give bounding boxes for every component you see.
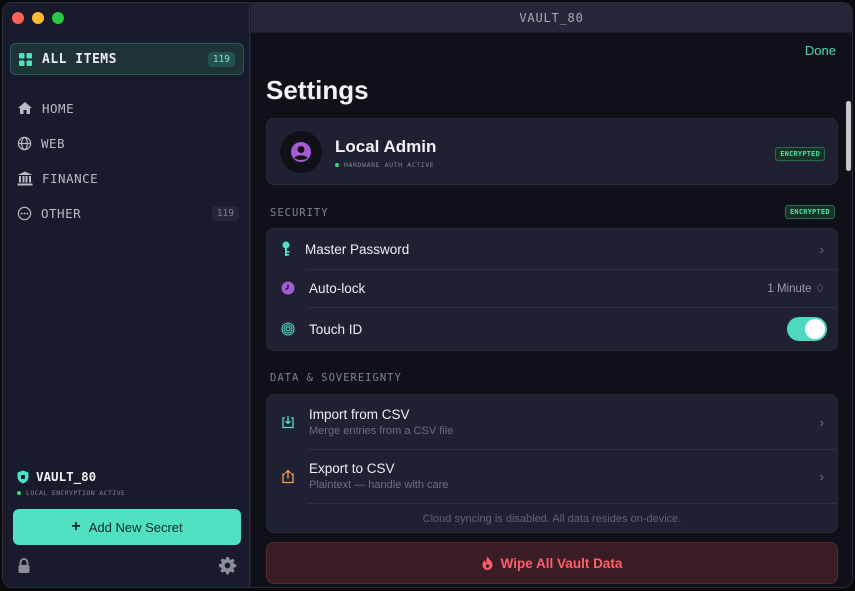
- import-csv-label: Import from CSV: [309, 407, 410, 422]
- touch-id-label: Touch ID: [309, 321, 363, 337]
- flame-icon: [482, 556, 493, 570]
- add-new-secret-button[interactable]: + Add New Secret: [13, 509, 241, 545]
- status-dot: [17, 491, 21, 495]
- auto-lock-select[interactable]: 1 Minute ♢: [767, 281, 825, 295]
- chevron-right-icon: ›: [819, 241, 824, 257]
- close-window-button[interactable]: [12, 12, 24, 24]
- import-csv-description: Merge entries from a CSV file: [309, 425, 454, 437]
- vault-status-text: LOCAL ENCRYPTION ACTIVE: [26, 489, 126, 497]
- export-icon: [281, 469, 295, 484]
- wipe-vault-button[interactable]: Wipe All Vault Data: [266, 542, 838, 584]
- item-count-badge: 119: [211, 205, 239, 221]
- master-password-label: Master Password: [305, 241, 410, 257]
- gear-icon[interactable]: [218, 556, 237, 575]
- master-password-row[interactable]: Master Password ›: [267, 229, 837, 269]
- add-new-secret-label: Add New Secret: [88, 519, 183, 535]
- import-text: Import from CSV Merge entries from a CSV…: [295, 407, 453, 437]
- toggle-knob: [805, 319, 825, 339]
- done-button[interactable]: Done: [805, 43, 836, 58]
- profile-status-text: HARDWARE AUTH ACTIVE: [344, 161, 435, 169]
- profile-name: Local Admin: [335, 137, 437, 156]
- sidebar-item-label: OTHER: [41, 205, 82, 221]
- chevron-right-icon: ›: [819, 468, 824, 484]
- window-title: VAULT_80: [251, 3, 852, 33]
- window-controls: [12, 12, 64, 24]
- sidebar: ALL ITEMS 119 HOME WEB FINANCE OTHER 119…: [3, 3, 250, 587]
- sidebar-item-label: WEB: [41, 135, 66, 151]
- export-csv-label: Export to CSV: [309, 461, 395, 476]
- export-csv-description: Plaintext — handle with care: [309, 479, 449, 491]
- chevron-right-icon: ›: [819, 414, 824, 430]
- scrollbar-thumb[interactable]: [846, 101, 851, 171]
- plus-icon: +: [71, 518, 81, 535]
- app-window: ALL ITEMS 119 HOME WEB FINANCE OTHER 119…: [2, 2, 853, 588]
- security-section-heading: SECURITY: [270, 207, 329, 219]
- page-title: Settings: [266, 75, 369, 105]
- profile-card: Local Admin HARDWARE AUTH ACTIVE ENCRYPT…: [266, 118, 838, 185]
- export-csv-row[interactable]: Export to CSV Plaintext — handle with ca…: [267, 449, 837, 503]
- sidebar-item-other[interactable]: OTHER 119: [17, 201, 239, 225]
- sidebar-item-all-items[interactable]: ALL ITEMS 119: [10, 43, 244, 75]
- status-dot: [335, 163, 339, 167]
- security-card: Master Password › Auto-lock 1 Minute ♢ T…: [266, 228, 838, 351]
- vault-name: VAULT_80: [36, 469, 97, 484]
- export-text: Export to CSV Plaintext — handle with ca…: [295, 461, 448, 491]
- security-encrypted-badge: ENCRYPTED: [785, 205, 835, 219]
- more-icon: [17, 206, 32, 221]
- sync-footnote: Cloud syncing is disabled. All data resi…: [422, 513, 682, 525]
- sidebar-item-label: ALL ITEMS: [42, 51, 117, 67]
- auto-lock-label: Auto-lock: [309, 280, 366, 296]
- lock-icon[interactable]: [17, 558, 31, 574]
- shield-icon: [17, 470, 29, 484]
- sidebar-item-web[interactable]: WEB: [17, 131, 239, 155]
- user-icon: [291, 142, 311, 162]
- data-card: Import from CSV Merge entries from a CSV…: [266, 394, 838, 533]
- row-divider: [307, 503, 837, 504]
- auto-lock-row[interactable]: Auto-lock 1 Minute ♢: [267, 269, 837, 307]
- sidebar-item-finance[interactable]: FINANCE: [17, 166, 239, 190]
- scrollbar[interactable]: [844, 71, 852, 171]
- home-icon: [17, 101, 33, 115]
- settings-panel: VAULT_80 Done Settings Local Admin HARDW…: [251, 3, 852, 587]
- sidebar-item-home[interactable]: HOME: [17, 96, 239, 120]
- bank-icon: [17, 171, 33, 186]
- touch-id-row: Touch ID: [267, 307, 837, 351]
- clock-icon: [281, 281, 295, 295]
- data-section-heading: DATA & SOVEREIGNTY: [270, 372, 402, 384]
- item-count-badge: 119: [207, 51, 235, 67]
- vault-info: VAULT_80 LOCAL ENCRYPTION ACTIVE: [17, 469, 125, 497]
- zoom-window-button[interactable]: [52, 12, 64, 24]
- grid-icon: [19, 52, 32, 66]
- globe-icon: [17, 136, 32, 151]
- import-csv-row[interactable]: Import from CSV Merge entries from a CSV…: [267, 395, 837, 449]
- fingerprint-icon: [281, 322, 295, 336]
- import-icon: [281, 415, 295, 429]
- encrypted-badge: ENCRYPTED: [775, 147, 825, 161]
- touch-id-toggle[interactable]: [787, 317, 827, 341]
- avatar: [280, 131, 322, 173]
- profile-status: HARDWARE AUTH ACTIVE: [335, 161, 434, 169]
- vault-status: LOCAL ENCRYPTION ACTIVE: [17, 489, 125, 497]
- sidebar-item-label: FINANCE: [42, 170, 99, 186]
- sidebar-item-label: HOME: [42, 100, 75, 116]
- key-icon: [281, 241, 291, 257]
- minimize-window-button[interactable]: [32, 12, 44, 24]
- wipe-vault-label: Wipe All Vault Data: [500, 555, 623, 571]
- vault-name-row: VAULT_80: [17, 469, 125, 484]
